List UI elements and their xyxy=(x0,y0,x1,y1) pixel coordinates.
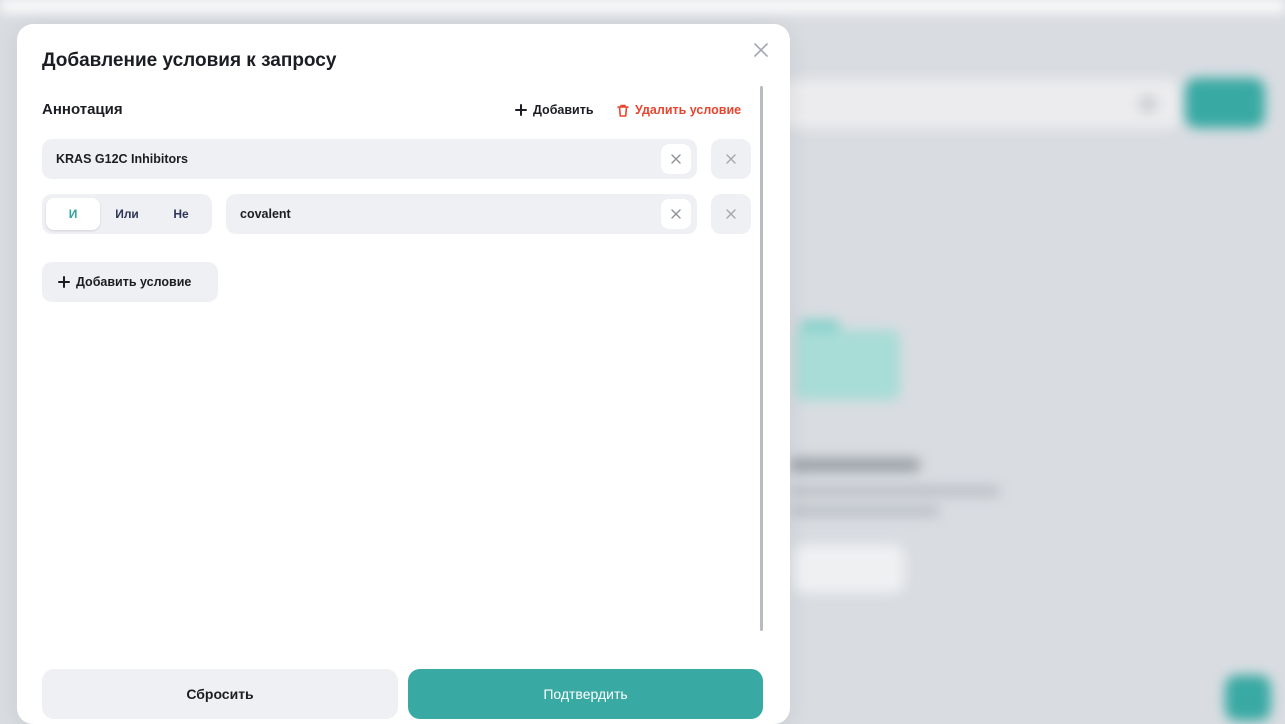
add-condition-label: Добавить условие xyxy=(76,275,192,289)
scrollbar[interactable] xyxy=(760,86,763,631)
close-button[interactable] xyxy=(749,38,773,62)
delete-condition-label: Удалить условие xyxy=(635,103,742,117)
logic-operator-toggle: И Или Не xyxy=(42,194,212,234)
condition-field-2[interactable]: covalent xyxy=(226,194,697,234)
background-fab xyxy=(1225,675,1271,721)
background-empty-text-2 xyxy=(790,506,940,516)
modal-title: Добавление условия к запросу xyxy=(42,50,337,71)
plus-icon xyxy=(58,276,70,288)
trash-icon xyxy=(617,104,629,117)
condition-value-1: KRAS G12C Inhibitors xyxy=(56,152,188,166)
background-empty-text xyxy=(790,486,1000,496)
clear-icon xyxy=(671,154,681,164)
clear-icon xyxy=(671,209,681,219)
add-condition-button[interactable]: Добавить условие xyxy=(42,262,218,302)
background-empty-button xyxy=(792,545,904,593)
background-search-button xyxy=(1185,78,1265,128)
condition-field-1[interactable]: KRAS G12C Inhibitors xyxy=(42,139,697,179)
close-icon xyxy=(726,154,736,164)
reset-button[interactable]: Сбросить xyxy=(42,669,398,719)
background-empty-title xyxy=(790,458,920,472)
add-button[interactable]: Добавить xyxy=(515,100,594,120)
section-label: Аннотация xyxy=(42,101,123,118)
condition-value-2: covalent xyxy=(240,207,291,221)
remove-row-button-1[interactable] xyxy=(711,139,751,179)
plus-icon xyxy=(515,104,527,116)
add-button-label: Добавить xyxy=(533,103,594,117)
add-condition-modal: Добавление условия к запросу Аннотация Д… xyxy=(17,24,790,724)
background-top-strip xyxy=(0,0,1285,12)
background-folder-icon xyxy=(795,330,900,400)
clear-field-button-2[interactable] xyxy=(661,199,691,229)
logic-option-and[interactable]: И xyxy=(46,198,100,230)
confirm-button[interactable]: Подтвердить xyxy=(408,669,763,719)
background-search-field xyxy=(780,80,1180,128)
logic-option-or[interactable]: Или xyxy=(100,198,154,230)
close-icon xyxy=(726,209,736,219)
delete-condition-button[interactable]: Удалить условие xyxy=(617,100,741,120)
logic-option-not[interactable]: Не xyxy=(154,198,208,230)
close-icon xyxy=(754,43,768,57)
background-search-clear xyxy=(1140,96,1156,112)
remove-row-button-2[interactable] xyxy=(711,194,751,234)
clear-field-button-1[interactable] xyxy=(661,144,691,174)
